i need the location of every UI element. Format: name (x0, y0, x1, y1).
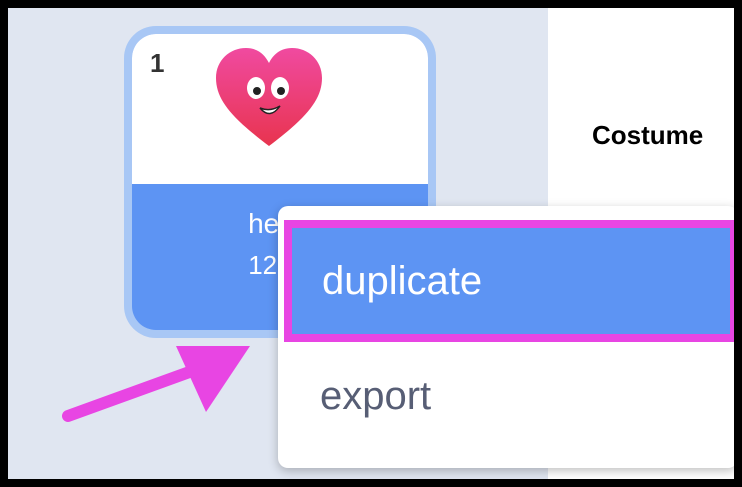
costume-thumbnail[interactable]: 1 (132, 34, 428, 184)
context-menu: duplicate export (278, 206, 734, 468)
menu-item-duplicate[interactable]: duplicate (284, 220, 734, 342)
heart-face-icon (216, 48, 322, 146)
costume-number: 1 (150, 48, 165, 78)
app-frame: 1 120 Costume duplicate export (8, 8, 734, 479)
costume-label: Costume (592, 120, 704, 150)
menu-item-export[interactable]: export (278, 340, 734, 452)
pointer-arrow-icon (62, 346, 250, 422)
